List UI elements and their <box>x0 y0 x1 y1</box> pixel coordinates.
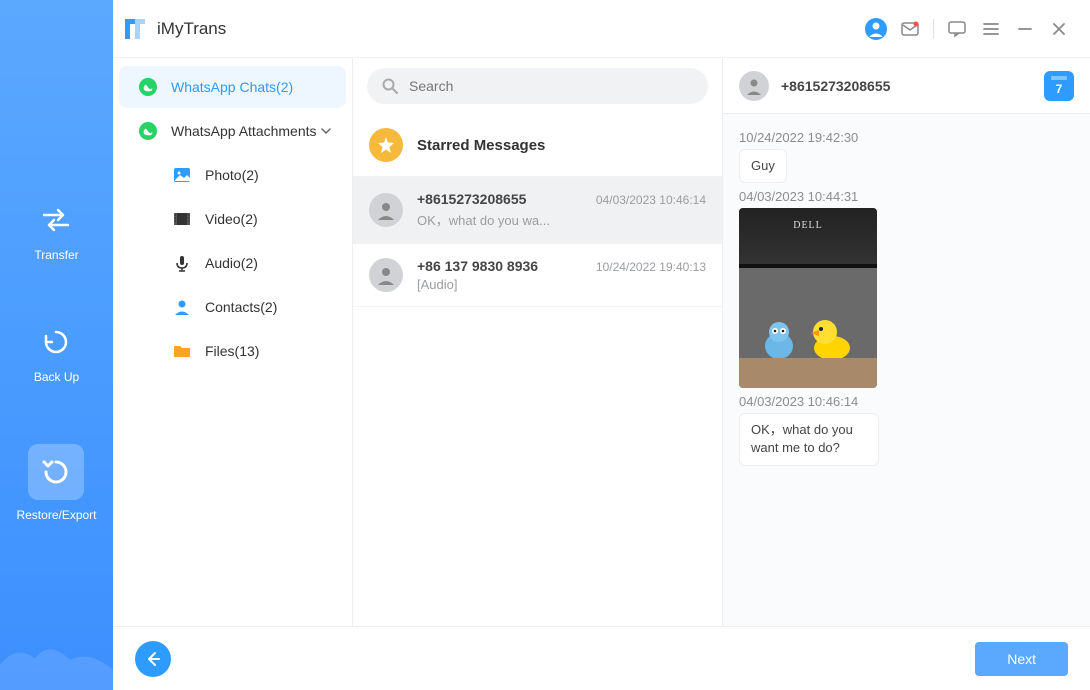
left-nav-rail: Transfer Back Up Restore/Export <box>0 0 113 690</box>
chat-list-item[interactable]: +86 137 9830 8936 10/24/2022 19:40:13 [A… <box>353 244 722 307</box>
sidebar-video-label: Video(2) <box>205 211 258 227</box>
chat-list-panel: Starred Messages +8615273208655 04/03/20… <box>353 58 723 626</box>
chat-time: 04/03/2023 10:46:14 <box>596 193 706 207</box>
message-bubble: Guy <box>739 149 787 183</box>
image-blue-toy <box>761 320 797 360</box>
photo-icon <box>171 164 193 186</box>
image-duck <box>807 318 853 360</box>
sidebar-audio[interactable]: Audio(2) <box>167 242 346 284</box>
sidebar-audio-label: Audio(2) <box>205 255 258 271</box>
search-icon <box>381 77 399 95</box>
menu-button[interactable] <box>974 12 1008 46</box>
nav-transfer[interactable]: Transfer <box>34 200 78 262</box>
sidebar-chats-label: WhatsApp Chats(2) <box>171 79 293 95</box>
category-sidebar: WhatsApp Chats(2) WhatsApp Attachments P… <box>113 58 353 626</box>
nav-backup[interactable]: Back Up <box>34 322 79 384</box>
minimize-icon <box>1017 21 1033 37</box>
whatsapp-icon <box>137 120 159 142</box>
chat-preview: OK，what do you wa... <box>417 210 706 229</box>
sidebar-whatsapp-attachments[interactable]: WhatsApp Attachments <box>119 110 346 152</box>
sidebar-files[interactable]: Files(13) <box>167 330 346 372</box>
conversation-contact: +8615273208655 <box>781 78 890 94</box>
close-icon <box>1051 21 1067 37</box>
back-button[interactable] <box>135 641 171 677</box>
calendar-day: 7 <box>1056 82 1063 96</box>
calendar-icon <box>1048 74 1070 82</box>
message-bubble: OK，what do you want me to do? <box>739 413 879 465</box>
app-logo: iMyTrans <box>121 15 226 43</box>
conversation-header: +8615273208655 7 <box>723 58 1090 114</box>
sidebar-attachment-children: Photo(2) Video(2) Audio(2) Contacts(2) F… <box>113 154 352 372</box>
footer-bar: Next <box>113 626 1090 690</box>
nav-restore-label: Restore/Export <box>16 508 96 522</box>
avatar-icon <box>739 71 769 101</box>
message-timestamp: 04/03/2023 10:46:14 <box>739 394 1074 409</box>
sidebar-files-label: Files(13) <box>205 343 259 359</box>
starred-messages-item[interactable]: Starred Messages <box>353 114 722 177</box>
avatar-icon <box>369 258 403 292</box>
mail-icon <box>900 19 920 39</box>
mail-button[interactable] <box>893 12 927 46</box>
message-image[interactable]: DELL <box>739 208 877 388</box>
message-list[interactable]: 10/24/2022 19:42:30 Guy 04/03/2023 10:44… <box>723 114 1090 626</box>
chevron-down-icon <box>320 125 332 137</box>
image-desk <box>739 358 877 388</box>
restore-icon <box>28 444 84 500</box>
contacts-icon <box>171 296 193 318</box>
next-button[interactable]: Next <box>975 642 1068 676</box>
cloud-decoration <box>0 630 113 690</box>
video-icon <box>171 208 193 230</box>
sidebar-photo[interactable]: Photo(2) <box>167 154 346 196</box>
topbar-divider <box>933 19 934 39</box>
sidebar-attachments-label: WhatsApp Attachments <box>171 123 317 139</box>
search-input[interactable] <box>409 78 694 94</box>
content-area: WhatsApp Chats(2) WhatsApp Attachments P… <box>113 58 1090 626</box>
user-icon <box>864 17 888 41</box>
menu-icon <box>982 20 1000 38</box>
search-bar[interactable] <box>367 68 708 104</box>
sidebar-photo-label: Photo(2) <box>205 167 259 183</box>
topbar: iMyTrans <box>113 0 1090 58</box>
app-title: iMyTrans <box>157 19 226 39</box>
starred-label: Starred Messages <box>417 137 545 154</box>
minimize-button[interactable] <box>1008 12 1042 46</box>
main-area: iMyTrans WhatsApp Chats(2) <box>113 0 1090 690</box>
whatsapp-icon <box>137 76 159 98</box>
arrow-left-icon <box>144 650 162 668</box>
message-timestamp: 10/24/2022 19:42:30 <box>739 130 1074 145</box>
sidebar-video[interactable]: Video(2) <box>167 198 346 240</box>
nav-restore-export[interactable]: Restore/Export <box>16 444 96 522</box>
sidebar-contacts-label: Contacts(2) <box>205 299 277 315</box>
folder-icon <box>171 340 193 362</box>
chat-list-item[interactable]: +8615273208655 04/03/2023 10:46:14 OK，wh… <box>353 177 722 244</box>
image-monitor: DELL <box>739 208 877 268</box>
nav-transfer-label: Transfer <box>34 248 78 262</box>
audio-icon <box>171 252 193 274</box>
sidebar-contacts[interactable]: Contacts(2) <box>167 286 346 328</box>
logo-icon <box>121 15 149 43</box>
calendar-button[interactable]: 7 <box>1044 71 1074 101</box>
user-button[interactable] <box>859 12 893 46</box>
sidebar-whatsapp-chats[interactable]: WhatsApp Chats(2) <box>119 66 346 108</box>
close-button[interactable] <box>1042 12 1076 46</box>
nav-backup-label: Back Up <box>34 370 79 384</box>
backup-icon <box>36 322 76 362</box>
chat-time: 10/24/2022 19:40:13 <box>596 260 706 274</box>
chat-preview: [Audio] <box>417 277 706 292</box>
star-icon <box>369 128 403 162</box>
message-timestamp: 04/03/2023 10:44:31 <box>739 189 1074 204</box>
chat-name: +86 137 9830 8936 <box>417 258 538 274</box>
chat-icon <box>947 19 967 39</box>
feedback-button[interactable] <box>940 12 974 46</box>
avatar-icon <box>369 193 403 227</box>
chat-name: +8615273208655 <box>417 191 526 207</box>
transfer-icon <box>36 200 76 240</box>
conversation-panel: +8615273208655 7 10/24/2022 19:42:30 Guy… <box>723 58 1090 626</box>
